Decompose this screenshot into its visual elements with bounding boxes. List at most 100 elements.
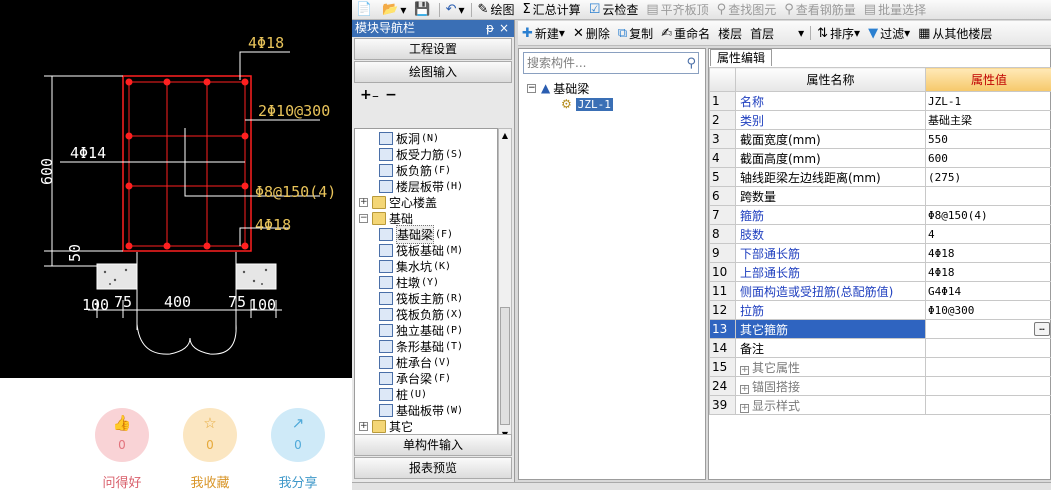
tree-item[interactable]: +空心楼盖 bbox=[359, 194, 437, 210]
property-value[interactable]: … bbox=[926, 320, 1051, 339]
property-row[interactable]: 13其它箍筋… bbox=[710, 320, 1051, 339]
property-row[interactable]: 4截面高度(mm)600 bbox=[710, 149, 1051, 168]
tree-item[interactable]: +其它 bbox=[359, 418, 413, 434]
view-rebar-button[interactable]: ⚲查看钢筋量 bbox=[780, 0, 860, 20]
tree-item[interactable]: 基础梁(F) bbox=[379, 226, 453, 242]
collapse-icon[interactable]: − bbox=[527, 84, 536, 93]
copy-from-other-floor-button[interactable]: ▦从其他楼层 bbox=[914, 23, 996, 43]
tree-item[interactable]: 筏板基础(M) bbox=[379, 242, 463, 258]
tree-item[interactable]: 板受力筋(S) bbox=[379, 146, 463, 162]
property-name[interactable]: 下部通长筋 bbox=[736, 244, 926, 263]
expand-icon[interactable]: + bbox=[359, 198, 368, 207]
property-name[interactable]: +显示样式 bbox=[736, 396, 926, 415]
property-row[interactable]: 7箍筋Φ8@150(4) bbox=[710, 206, 1051, 225]
tree-item[interactable]: 板负筋(F) bbox=[379, 162, 451, 178]
property-row[interactable]: 3截面宽度(mm)550 bbox=[710, 130, 1051, 149]
flat-slab-button[interactable]: ▤平齐板顶 bbox=[642, 0, 712, 20]
property-row[interactable]: 9下部通长筋4Φ18 bbox=[710, 244, 1051, 263]
property-name[interactable]: 名称 bbox=[736, 92, 926, 111]
property-value[interactable]: (275) bbox=[926, 168, 1051, 187]
property-name[interactable]: +锚固搭接 bbox=[736, 377, 926, 396]
collapse-icon[interactable]: − bbox=[359, 214, 368, 223]
property-value[interactable] bbox=[926, 358, 1051, 377]
undo-button[interactable]: ↶▾ bbox=[442, 0, 469, 20]
property-name[interactable]: +其它属性 bbox=[736, 358, 926, 377]
tree-item[interactable]: 承台梁(F) bbox=[379, 370, 451, 386]
collapse-all-icon[interactable]: − bbox=[385, 87, 397, 103]
sort-button[interactable]: ⇅排序▾ bbox=[813, 23, 864, 43]
property-value[interactable]: 4 bbox=[926, 225, 1051, 244]
property-name[interactable]: 箍筋 bbox=[736, 206, 926, 225]
property-value[interactable]: 基础主梁 bbox=[926, 111, 1051, 130]
tree-item[interactable]: 基础板带(W) bbox=[379, 402, 463, 418]
cloud-check-button[interactable]: ☑云检查 bbox=[585, 0, 643, 20]
batch-select-button[interactable]: ▤批量选择 bbox=[860, 0, 930, 20]
delete-button[interactable]: ✕删除 bbox=[569, 23, 614, 43]
property-value[interactable] bbox=[926, 377, 1051, 396]
property-row[interactable]: 24+锚固搭接 bbox=[710, 377, 1051, 396]
open-file-button[interactable]: 📂▾ bbox=[378, 0, 410, 20]
property-name[interactable]: 类别 bbox=[736, 111, 926, 130]
tree-item[interactable]: 桩承台(V) bbox=[379, 354, 451, 370]
scroll-up-icon[interactable]: ▲ bbox=[500, 130, 510, 142]
tree-item[interactable]: 桩(U) bbox=[379, 386, 427, 402]
property-row[interactable]: 6跨数量 bbox=[710, 187, 1051, 206]
property-value[interactable]: Φ10@300 bbox=[926, 301, 1051, 320]
property-name[interactable]: 轴线距梁左边线距离(mm) bbox=[736, 168, 926, 187]
property-row[interactable]: 1名称JZL-1 bbox=[710, 92, 1051, 111]
tree-item[interactable]: 板洞(N) bbox=[379, 130, 439, 146]
property-row[interactable]: 39+显示样式 bbox=[710, 396, 1051, 415]
copy-button[interactable]: ⧉复制 bbox=[614, 23, 657, 43]
property-name[interactable]: 拉筋 bbox=[736, 301, 926, 320]
property-value[interactable] bbox=[926, 339, 1051, 358]
property-value[interactable]: 4Φ18 bbox=[926, 244, 1051, 263]
drawing-input-button[interactable]: 绘图输入 bbox=[354, 61, 512, 83]
component-item-jzl-1[interactable]: ⚙ JZL-1 bbox=[561, 96, 613, 112]
property-row[interactable]: 15+其它属性 bbox=[710, 358, 1051, 377]
property-row[interactable]: 11侧面构造或受扭筋(总配筋值)G4Φ14 bbox=[710, 282, 1051, 301]
search-icon[interactable]: ⚲ bbox=[686, 54, 696, 74]
component-group-foundation-beam[interactable]: − ▲ 基础梁 bbox=[527, 80, 589, 96]
tree-item[interactable]: 楼层板带(H) bbox=[379, 178, 463, 194]
property-name[interactable]: 肢数 bbox=[736, 225, 926, 244]
new-component-button[interactable]: ✚新建▾ bbox=[518, 23, 569, 43]
new-file-button[interactable]: 📄 bbox=[352, 0, 378, 20]
property-value[interactable]: G4Φ14 bbox=[926, 282, 1051, 301]
property-value[interactable] bbox=[926, 187, 1051, 206]
project-settings-button[interactable]: 工程设置 bbox=[354, 38, 512, 60]
expand-icon[interactable]: + bbox=[359, 422, 368, 431]
close-icon[interactable]: × bbox=[499, 20, 509, 37]
tab-property-edit[interactable]: 属性编辑 bbox=[710, 49, 772, 66]
favorite-button[interactable]: ☆ 0 我收藏 bbox=[183, 408, 237, 491]
rename-button[interactable]: ✍重命名 bbox=[657, 23, 714, 43]
property-value[interactable]: JZL-1 bbox=[926, 92, 1051, 111]
tree-item[interactable]: 筏板负筋(X) bbox=[379, 306, 463, 322]
draw-button[interactable]: ✎绘图 bbox=[474, 0, 519, 20]
report-preview-button[interactable]: 报表预览 bbox=[354, 457, 512, 479]
property-row[interactable]: 12拉筋Φ10@300 bbox=[710, 301, 1051, 320]
property-name[interactable]: 侧面构造或受扭筋(总配筋值) bbox=[736, 282, 926, 301]
property-name[interactable]: 上部通长筋 bbox=[736, 263, 926, 282]
tree-scrollbar[interactable]: ▲ ▼ bbox=[498, 128, 512, 443]
tree-item[interactable]: 独立基础(P) bbox=[379, 322, 463, 338]
property-name[interactable]: 截面高度(mm) bbox=[736, 149, 926, 168]
property-value[interactable] bbox=[926, 396, 1051, 415]
find-element-button[interactable]: ⚲查找图元 bbox=[713, 0, 781, 20]
tree-item[interactable]: 柱墩(Y) bbox=[379, 274, 439, 290]
property-value[interactable]: 550 bbox=[926, 130, 1051, 149]
save-button[interactable]: 💾 bbox=[410, 0, 436, 20]
expand-icon[interactable]: + bbox=[740, 366, 749, 375]
floor-select[interactable]: 首层▾ bbox=[746, 23, 808, 43]
property-value[interactable]: 4Φ18 bbox=[926, 263, 1051, 282]
property-row[interactable]: 10上部通长筋4Φ18 bbox=[710, 263, 1051, 282]
property-value[interactable]: Φ8@150(4) bbox=[926, 206, 1051, 225]
expand-all-icon[interactable]: +₋ bbox=[360, 87, 379, 103]
tree-item[interactable]: 条形基础(T) bbox=[379, 338, 463, 354]
tree-item[interactable]: 集水坑(K) bbox=[379, 258, 451, 274]
pin-icon[interactable]: ᵽ bbox=[486, 20, 494, 37]
property-row[interactable]: 8肢数4 bbox=[710, 225, 1051, 244]
tree-item[interactable]: 筏板主筋(R) bbox=[379, 290, 463, 306]
scroll-thumb[interactable] bbox=[500, 307, 510, 425]
filter-button[interactable]: ▼过滤▾ bbox=[864, 23, 914, 43]
ellipsis-button[interactable]: … bbox=[1034, 322, 1050, 336]
